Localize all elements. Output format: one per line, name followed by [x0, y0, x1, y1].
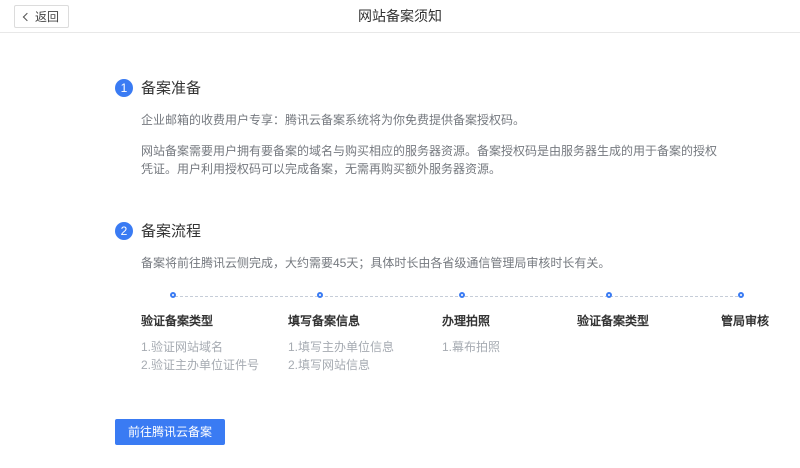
back-button[interactable]: 返回 [14, 5, 69, 28]
back-button-label: 返回 [35, 8, 59, 25]
chevron-left-icon [23, 12, 31, 20]
step-label: 验证备案类型 [577, 312, 649, 329]
go-to-tencent-cloud-filing-button[interactable]: 前往腾讯云备案 [115, 419, 225, 445]
main-content: 1 备案准备 企业邮箱的收费用户专享：腾讯云备案系统将为你免费提供备案授权码。 … [0, 33, 800, 378]
step-dot [606, 292, 612, 298]
step-sub-items: 1.幕布拍照 [442, 338, 500, 356]
step-dot [170, 292, 176, 298]
stepper-step-authority-review: 管局审核 [721, 312, 769, 329]
step-label: 验证备案类型 [141, 312, 259, 329]
step-sub-items: 1.验证网站域名 2.验证主办单位证件号 [141, 338, 259, 374]
step-dot [738, 292, 744, 298]
section-filing-process: 2 备案流程 备案将前往腾讯云侧完成，大约需要45天；具体时长由各省级通信管理局… [115, 220, 800, 378]
process-stepper: 验证备案类型 1.验证网站域名 2.验证主办单位证件号 填写备案信息 1.填写主… [141, 292, 769, 378]
stepper-step-verify-type: 验证备案类型 1.验证网站域名 2.验证主办单位证件号 [141, 312, 259, 374]
step-label: 办理拍照 [442, 312, 500, 329]
step-label: 管局审核 [721, 312, 769, 329]
step-number-badge: 2 [115, 222, 133, 240]
section-1-header: 1 备案准备 [115, 77, 800, 98]
section-1-title: 备案准备 [141, 77, 201, 98]
step-sub-item: 2.验证主办单位证件号 [141, 356, 259, 374]
section-1-body: 企业邮箱的收费用户专享：腾讯云备案系统将为你免费提供备案授权码。 网站备案需要用… [141, 111, 800, 178]
step-label: 填写备案信息 [288, 312, 394, 329]
step-sub-item: 1.幕布拍照 [442, 338, 500, 356]
step-dot [317, 292, 323, 298]
section-2-body: 备案将前往腾讯云侧完成，大约需要45天；具体时长由各省级通信管理局审核时长有关。… [141, 254, 800, 378]
step-sub-items: 1.填写主办单位信息 2.填写网站信息 [288, 338, 394, 374]
section-2-header: 2 备案流程 [115, 220, 800, 241]
paragraph: 企业邮箱的收费用户专享：腾讯云备案系统将为你免费提供备案授权码。 [141, 111, 800, 129]
step-sub-item: 2.填写网站信息 [288, 356, 394, 374]
step-sub-item: 1.验证网站域名 [141, 338, 259, 356]
page-header: 返回 网站备案须知 [0, 0, 800, 33]
step-number-badge: 1 [115, 79, 133, 97]
step-dot [459, 292, 465, 298]
section-2-title: 备案流程 [141, 220, 201, 241]
cta-row: 前往腾讯云备案 [115, 419, 800, 445]
section-filing-preparation: 1 备案准备 企业邮箱的收费用户专享：腾讯云备案系统将为你免费提供备案授权码。 … [115, 77, 800, 178]
page-title: 网站备案须知 [0, 0, 800, 32]
stepper-step-fill-info: 填写备案信息 1.填写主办单位信息 2.填写网站信息 [288, 312, 394, 374]
step-sub-item: 1.填写主办单位信息 [288, 338, 394, 356]
stepper-step-photo: 办理拍照 1.幕布拍照 [442, 312, 500, 356]
paragraph: 备案将前往腾讯云侧完成，大约需要45天；具体时长由各省级通信管理局审核时长有关。 [141, 254, 800, 272]
stepper-step-verify-type-2: 验证备案类型 [577, 312, 649, 329]
paragraph: 网站备案需要用户拥有要备案的域名与购买相应的服务器资源。备案授权码是由服务器生成… [141, 142, 721, 178]
